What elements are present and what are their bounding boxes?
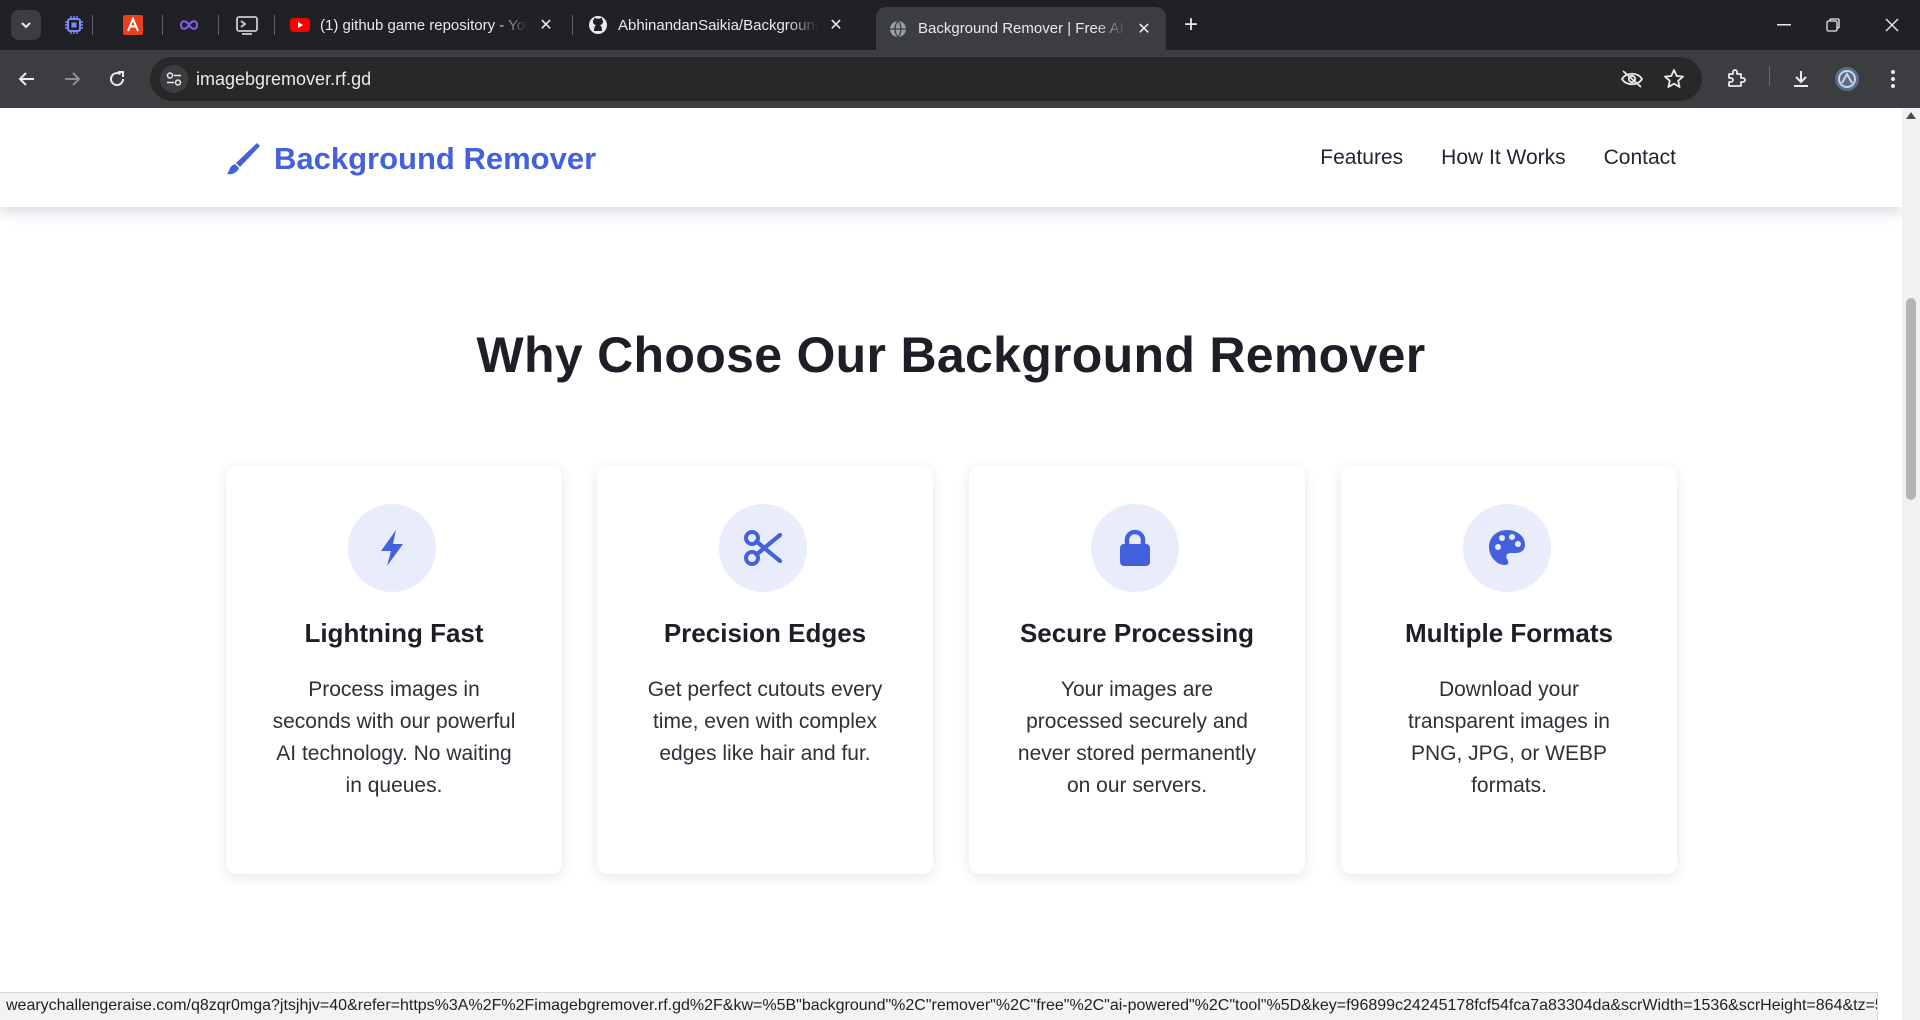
restore-icon: [1826, 18, 1840, 32]
scissors-icon: [744, 530, 783, 566]
scrollbar-thumb[interactable]: [1906, 298, 1916, 500]
browser-toolbar: imagebgremover.rf.gd: [0, 50, 1920, 108]
feature-description: Download your transparent images in PNG,…: [1408, 678, 1610, 797]
close-tab-icon[interactable]: ✕: [536, 15, 556, 35]
pinned-tab-infinity[interactable]: [176, 12, 202, 38]
feature-description: Get perfect cutouts every time, even wit…: [647, 678, 883, 765]
site-header: Background Remover Features How It Works…: [0, 108, 1902, 207]
page-scrollbar[interactable]: [1902, 108, 1920, 1020]
nav-how-it-works[interactable]: How It Works: [1441, 146, 1565, 170]
nav-features[interactable]: Features: [1320, 146, 1403, 170]
arrow-right-icon: [65, 72, 81, 86]
youtube-icon: [290, 15, 310, 35]
close-tab-icon[interactable]: ✕: [1134, 19, 1154, 39]
back-button[interactable]: [10, 62, 44, 96]
tab-background-remover[interactable]: Background Remover | Free AI-Powered Too…: [876, 7, 1166, 50]
feature-card-lightning-fast: Lightning Fast Process images in seconds…: [226, 466, 562, 874]
feature-card-precision-edges: Precision Edges Get perfect cutouts ever…: [597, 466, 933, 874]
menu-button[interactable]: [1876, 62, 1910, 96]
kebab-menu-icon: [1891, 70, 1895, 88]
scroll-up-icon[interactable]: [1906, 112, 1916, 119]
eye-off-icon[interactable]: [1620, 67, 1644, 91]
pinned-tab-terminal[interactable]: [234, 12, 260, 38]
close-tab-icon[interactable]: ✕: [826, 15, 846, 35]
palette-icon: [1489, 530, 1525, 565]
feature-icon-circle: [348, 504, 436, 592]
reload-icon: [110, 71, 125, 87]
site-logo[interactable]: Background Remover: [224, 140, 596, 178]
terminal-icon: [236, 16, 258, 35]
restore-button[interactable]: [1813, 10, 1853, 40]
pinned-tab-chip[interactable]: [61, 12, 87, 38]
puzzle-icon: [1728, 69, 1746, 87]
tab-github[interactable]: AbhinandanSaikia/Background-Remover ✕: [576, 7, 858, 43]
lock-icon: [1120, 529, 1150, 566]
feature-title: Multiple Formats: [1404, 618, 1613, 648]
paintbrush-icon: [227, 143, 260, 175]
infinity-icon: [179, 20, 199, 30]
close-icon: [1885, 18, 1899, 32]
chevron-down-icon: [21, 22, 31, 29]
github-icon: [588, 15, 608, 35]
main-nav: Features How It Works Contact: [1320, 146, 1676, 170]
feature-card-multiple-formats: Multiple Formats Download your transpare…: [1341, 466, 1677, 874]
new-tab-button[interactable]: +: [1178, 11, 1204, 38]
tab-search-button[interactable]: [11, 10, 41, 40]
minimize-icon: [1777, 24, 1791, 26]
section-title: Why Choose Our Background Remover: [476, 327, 1426, 383]
feature-icon-circle: [719, 504, 807, 592]
site-info-icon[interactable]: [160, 65, 188, 93]
tab-title: (1) github game repository - YouTube: [320, 16, 528, 34]
feature-title: Precision Edges: [663, 618, 867, 648]
close-window-button[interactable]: [1872, 10, 1912, 40]
chip-icon: [65, 16, 83, 34]
feature-description: Your images are processed securely and n…: [1017, 678, 1257, 797]
url-text[interactable]: imagebgremover.rf.gd: [196, 69, 371, 90]
downloads-button[interactable]: [1784, 62, 1818, 96]
extensions-button[interactable]: [1719, 62, 1753, 96]
address-bar[interactable]: imagebgremover.rf.gd: [150, 57, 1702, 101]
tab-youtube[interactable]: (1) github game repository - YouTube ✕: [278, 7, 568, 43]
bookmark-star-icon[interactable]: [1662, 67, 1686, 91]
feature-card-secure-processing: Secure Processing Your images are proces…: [969, 466, 1305, 874]
page-viewport: Background Remover Features How It Works…: [0, 108, 1902, 1020]
avatar-icon: [1835, 67, 1859, 91]
arrow-left-icon: [18, 72, 34, 86]
nav-contact[interactable]: Contact: [1604, 146, 1676, 170]
site-brand: Background Remover: [274, 141, 597, 176]
tab-strip: (1) github game repository - YouTube ✕ A…: [0, 0, 1920, 50]
feature-description: Process images in seconds with our power…: [272, 678, 516, 797]
minimize-button[interactable]: [1764, 10, 1804, 40]
download-icon: [1794, 71, 1808, 87]
bolt-icon: [381, 530, 403, 566]
tab-title: AbhinandanSaikia/Background-Remover: [618, 16, 818, 34]
profile-button[interactable]: [1830, 62, 1864, 96]
globe-icon: [888, 19, 908, 39]
tab-title: Background Remover | Free AI-Powered Too…: [918, 20, 1126, 37]
adobe-icon: [123, 15, 143, 35]
reload-button[interactable]: [100, 62, 134, 96]
pinned-tab-adobe[interactable]: [120, 12, 146, 38]
feature-title: Secure Processing: [1019, 618, 1255, 648]
feature-icon-circle: [1091, 504, 1179, 592]
forward-button[interactable]: [55, 62, 89, 96]
feature-icon-circle: [1463, 504, 1551, 592]
feature-title: Lightning Fast: [304, 618, 484, 648]
status-bar-url: wearychallengeraise.com/q8zqr0mga?jtsjhj…: [0, 992, 1878, 1020]
